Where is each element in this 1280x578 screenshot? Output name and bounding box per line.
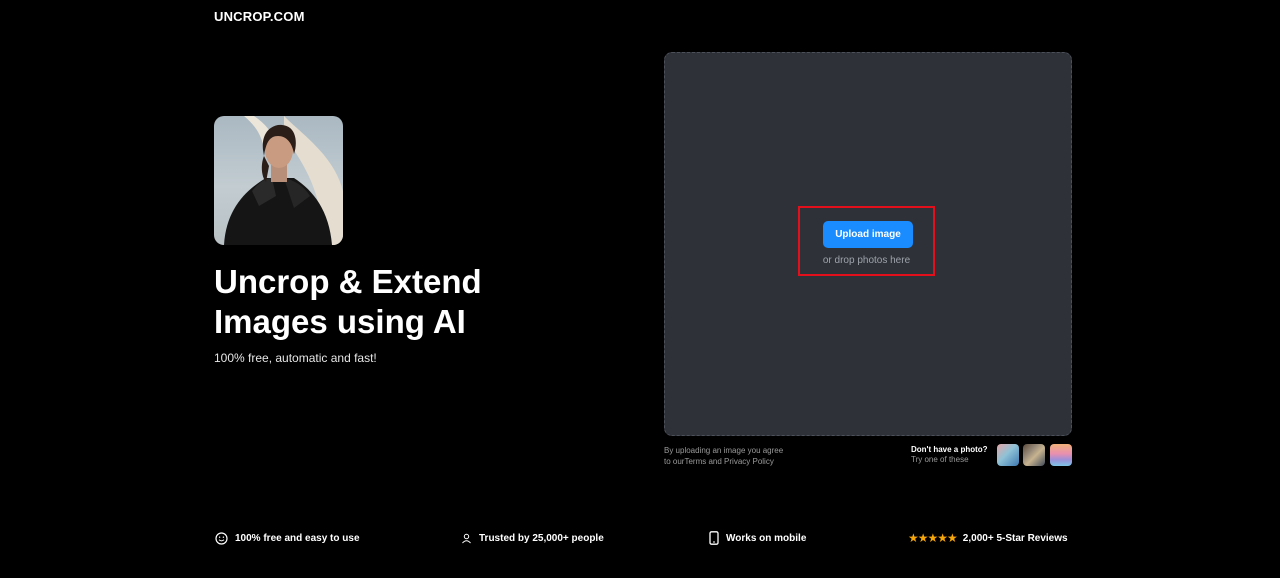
sample-prompt: Don't have a photo? Try one of these [911,445,988,465]
sample-subtitle: Try one of these [911,455,969,464]
stars-icon: ★★★★★ [908,531,958,545]
feature-label: 2,000+ 5-Star Reviews [962,532,1068,544]
terms-prefix: to our [664,457,685,466]
feature-trusted: Trusted by 25,000+ people [461,530,604,546]
feature-mobile: Works on mobile [709,530,806,546]
terms-line-1: By uploading an image you agree [664,446,784,455]
sample-image-3[interactable] [1050,444,1072,466]
feature-free: 100% free and easy to use [215,530,360,546]
feature-label: Works on mobile [726,532,807,544]
sample-title: Don't have a photo? [911,445,988,454]
sample-image-2[interactable] [1023,444,1045,466]
hero-title: Uncrop & Extend Images using AI [214,262,594,342]
phone-icon [709,531,719,545]
site-logo[interactable]: UNCROP.COM [214,9,305,24]
smiley-icon [215,531,228,545]
upload-image-button[interactable]: Upload image [823,221,913,248]
terms-link[interactable]: Terms and Privacy Policy [684,457,773,466]
terms-notice: By uploading an image you agree to ourTe… [664,445,783,467]
feature-label: Trusted by 25,000+ people [479,532,604,544]
user-icon [461,533,472,544]
hero-subtitle: 100% free, automatic and fast! [214,351,377,365]
hero-title-line-1: Uncrop & Extend [214,263,482,300]
drop-hint: or drop photos here [822,255,911,266]
hero-title-line-2: Images using AI [214,303,466,340]
sample-image-1[interactable] [997,444,1019,466]
hero-image [214,116,343,245]
feature-reviews: ★★★★★ 2,000+ 5-Star Reviews [908,530,1068,546]
feature-label: 100% free and easy to use [235,532,360,544]
